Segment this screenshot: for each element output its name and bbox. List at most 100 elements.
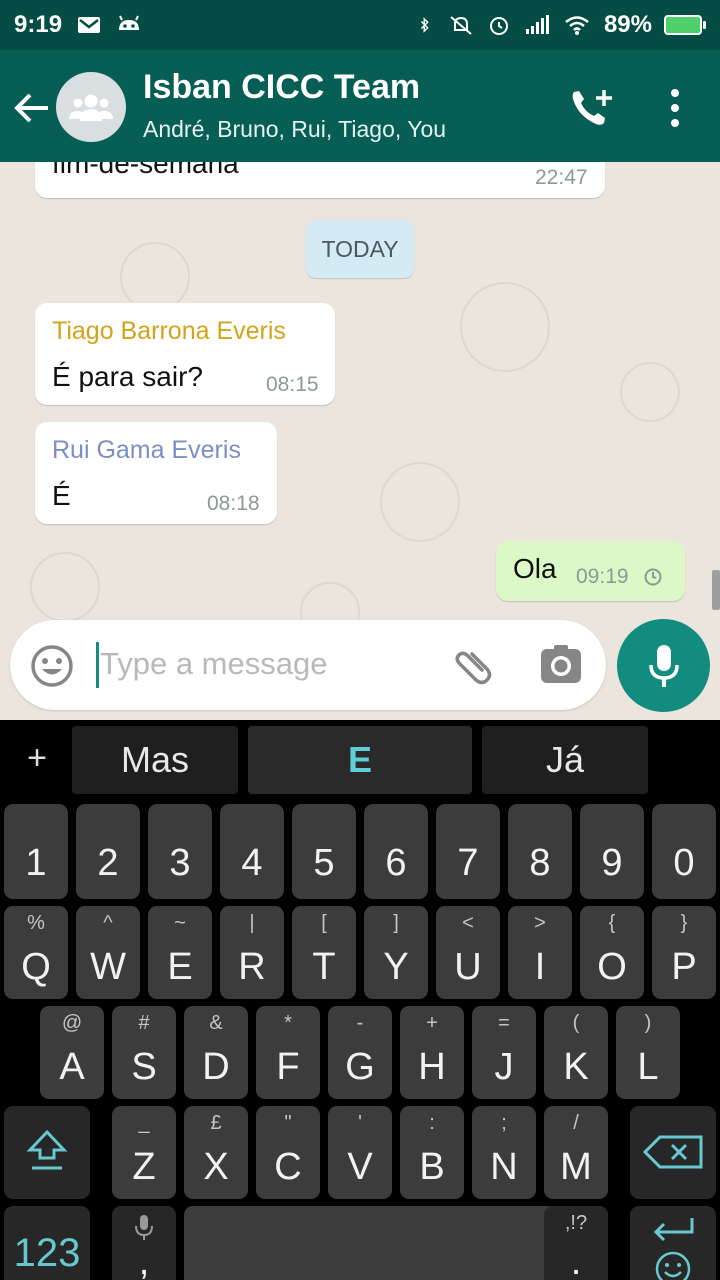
key-label: 8 [529,842,551,884]
key-9[interactable]: 9 [580,804,644,899]
key-hint: [ [321,912,327,934]
message-input[interactable]: Type a message [100,646,327,682]
key-hint: ' [358,1112,362,1134]
key-hint: & [209,1012,223,1034]
emoji-icon[interactable] [30,644,74,688]
key-s[interactable]: # S [112,1006,176,1099]
key-label: 1 [25,842,47,884]
key-4[interactable]: 4 [220,804,284,899]
key-label: 5 [313,842,335,884]
keyboard: + Mas E Já 1 2 3 4 5 6 7 8 9 0 % Q ^ W ~ E … [0,720,720,1280]
symbols-key[interactable]: 123 [4,1206,90,1280]
key-m[interactable]: / M [544,1106,608,1199]
key-label: Z [132,1146,156,1188]
key-label: . [570,1241,582,1280]
key-u[interactable]: < U [436,906,500,999]
scrollbar-thumb[interactable] [712,570,720,610]
toolbar-expand-button[interactable]: + [20,738,54,778]
key-d[interactable]: & D [184,1006,248,1099]
message-time: 08:15 [266,373,319,396]
key-q[interactable]: % Q [4,906,68,999]
shift-key[interactable] [4,1106,90,1199]
key-t[interactable]: [T [292,906,356,999]
message-bubble[interactable]: Tiago Barrona Everis É para sair? 08:15 [35,303,335,405]
key-label: C [274,1146,302,1188]
wallpaper-doodle [620,362,680,422]
backspace-icon [642,1135,703,1169]
outgoing-message-bubble[interactable]: Ola 09:19 [496,541,685,601]
attach-icon[interactable] [452,644,496,688]
key-6[interactable]: 6 [364,804,428,899]
key-label: G [345,1046,375,1088]
message-input-bar[interactable]: Type a message [10,620,606,710]
battery-icon [664,15,706,35]
key-w[interactable]: ^ W [76,906,140,999]
enter-key[interactable] [630,1206,716,1280]
backspace-key[interactable] [630,1106,716,1199]
key-f[interactable]: * F [256,1006,320,1099]
message-time: 22:47 [535,166,588,189]
key-label: E [167,946,193,988]
suggestion-item[interactable]: Já [482,726,648,794]
key-label: U [454,946,482,988]
suggestion-item[interactable]: Mas [72,726,238,794]
key-z[interactable]: _ Z [112,1106,176,1199]
voice-message-button[interactable] [617,619,710,712]
key-c[interactable]: " C [256,1106,320,1199]
comma-key[interactable]: , [112,1206,176,1280]
key-a[interactable]: @ A [40,1006,104,1099]
key-x[interactable]: £ X [184,1106,248,1199]
text-cursor [96,642,99,688]
key-i[interactable]: > I [508,906,572,999]
bluetooth-icon [420,17,429,33]
chat-members[interactable]: André, Bruno, Rui, Tiago, You [143,116,446,143]
key-g[interactable]: -G [328,1006,392,1099]
chat-title[interactable]: Isban CICC Team [143,68,420,107]
key-o[interactable]: {O [580,906,644,999]
message-bubble[interactable]: fim-de-semana 22:47 [35,162,605,198]
key-label: N [490,1146,518,1188]
key-h[interactable]: + H [400,1006,464,1099]
key-label: X [203,1146,229,1188]
key-label: 0 [673,842,695,884]
key-3[interactable]: 3 [148,804,212,899]
message-text: É [52,480,71,511]
key-l[interactable]: ) L [616,1006,680,1099]
message-time: 09:19 [576,565,629,588]
period-key[interactable]: ,!? . [544,1206,608,1280]
key-label: B [419,1146,445,1188]
wallpaper-doodle [30,552,100,622]
key-b[interactable]: :B [400,1106,464,1199]
key-r[interactable]: | R [220,906,284,999]
key-label: 6 [385,842,407,884]
key-p[interactable]: } P [652,906,716,999]
key-5[interactable]: 5 [292,804,356,899]
key-7[interactable]: 7 [436,804,500,899]
key-n[interactable]: ; N [472,1106,536,1199]
suggestion-strip: + Mas E Já [0,720,720,800]
key-label: L [637,1046,659,1088]
key-v[interactable]: ' V [328,1106,392,1199]
key-e[interactable]: ~ E [148,906,212,999]
key-label: H [418,1046,446,1088]
camera-icon[interactable] [540,644,582,686]
key-1[interactable]: 1 [4,804,68,899]
key-2[interactable]: 2 [76,804,140,899]
key-label: K [563,1046,589,1088]
message-time: 08:18 [207,492,260,515]
key-8[interactable]: 8 [508,804,572,899]
group-avatar[interactable] [56,72,126,142]
back-arrow-icon[interactable] [12,88,52,128]
key-k[interactable]: (K [544,1006,608,1099]
key-j[interactable]: = J [472,1006,536,1099]
key-label: P [671,946,697,988]
message-bubble[interactable]: Rui Gama Everis É 08:18 [35,422,277,524]
key-0[interactable]: 0 [652,804,716,899]
add-call-icon[interactable] [568,86,616,130]
key-label: Q [21,946,51,988]
more-options-icon[interactable] [660,86,690,130]
message-text: É para sair? [52,361,203,392]
key-y[interactable]: ] Y [364,906,428,999]
suggestion-item[interactable]: E [248,726,472,794]
key-label: Y [383,946,409,988]
